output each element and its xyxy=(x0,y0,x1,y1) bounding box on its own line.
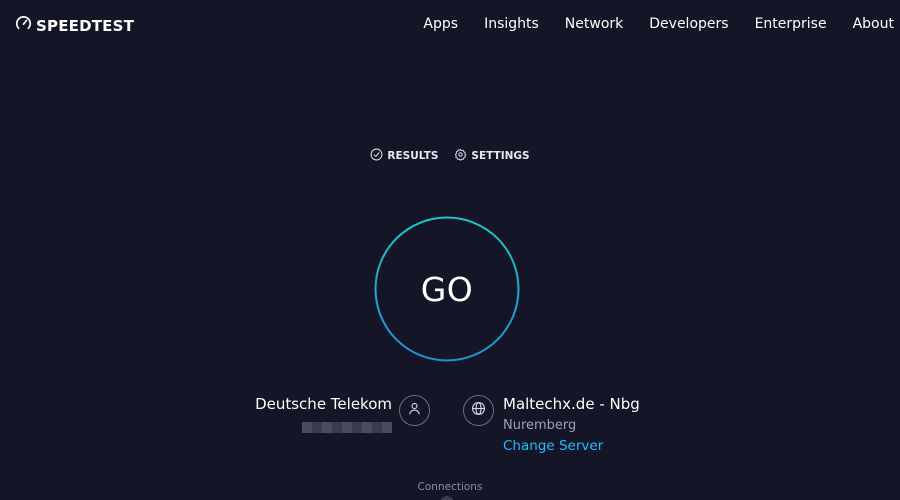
server-icon-button xyxy=(463,395,494,426)
speedtest-logo[interactable]: SPEEDTEST xyxy=(15,15,134,36)
top-nav: Apps Insights Network Developers Enterpr… xyxy=(423,16,894,32)
isp-info: Deutsche Telekom xyxy=(255,395,392,437)
change-server-link[interactable]: Change Server xyxy=(503,438,640,454)
go-button[interactable]: GO xyxy=(374,216,520,362)
isp-ip-redacted xyxy=(302,422,392,433)
check-circle-icon xyxy=(370,148,383,164)
header: SPEEDTEST Apps Insights Network Develope… xyxy=(0,0,900,52)
server-name: Maltechx.de - Nbg xyxy=(503,395,640,413)
nav-item-network[interactable]: Network xyxy=(565,16,623,32)
connections-toggle[interactable] xyxy=(440,496,454,500)
results-link[interactable]: RESULTS xyxy=(370,148,438,164)
gear-icon xyxy=(454,148,467,164)
isp-name: Deutsche Telekom xyxy=(255,395,392,413)
nav-item-insights[interactable]: Insights xyxy=(484,16,539,32)
speedtest-page: SPEEDTEST Apps Insights Network Develope… xyxy=(0,0,900,500)
server-info: Maltechx.de - Nbg Nuremberg Change Serve… xyxy=(503,395,640,454)
connections-label: Connections xyxy=(417,481,483,493)
results-label: RESULTS xyxy=(387,150,439,162)
globe-icon xyxy=(471,401,486,420)
nav-item-developers[interactable]: Developers xyxy=(649,16,728,32)
server-location: Nuremberg xyxy=(503,418,577,433)
nav-item-apps[interactable]: Apps xyxy=(423,16,458,32)
go-label: GO xyxy=(420,269,474,309)
isp-icon-button xyxy=(399,395,430,426)
nav-item-about[interactable]: About xyxy=(853,16,894,32)
brand-name: SPEEDTEST xyxy=(36,16,135,35)
settings-label: SETTINGS xyxy=(471,150,530,162)
speedometer-icon xyxy=(15,15,32,36)
settings-link[interactable]: SETTINGS xyxy=(454,148,530,164)
utility-links: RESULTS SETTINGS xyxy=(0,148,900,164)
user-icon xyxy=(407,401,422,420)
nav-item-enterprise[interactable]: Enterprise xyxy=(755,16,827,32)
